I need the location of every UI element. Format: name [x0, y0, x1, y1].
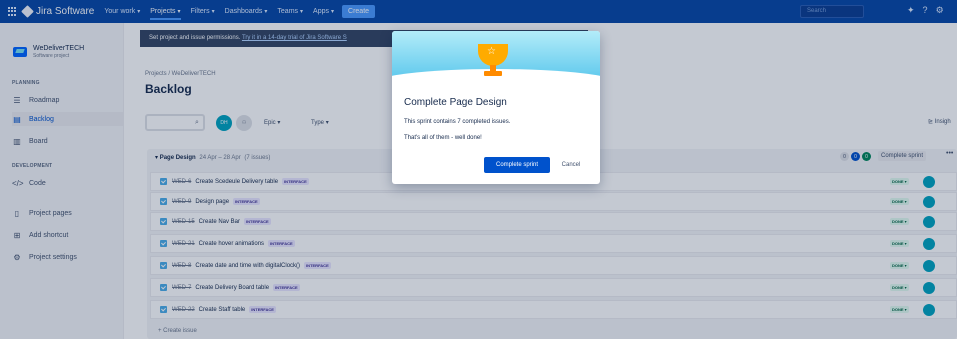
dialog-title: Complete Page Design — [404, 97, 507, 108]
complete-sprint-confirm-button[interactable]: Complete sprint — [484, 157, 550, 173]
star-icon: ☆ — [487, 46, 496, 57]
trophy-base — [484, 71, 502, 76]
cancel-button[interactable]: Cancel — [556, 157, 586, 173]
dialog-submessage: That's all of them - well done! — [404, 135, 482, 141]
dialog-message: This sprint contains 7 completed issues. — [404, 119, 511, 125]
complete-sprint-dialog: ☆ Complete Page Design This sprint conta… — [392, 31, 600, 184]
